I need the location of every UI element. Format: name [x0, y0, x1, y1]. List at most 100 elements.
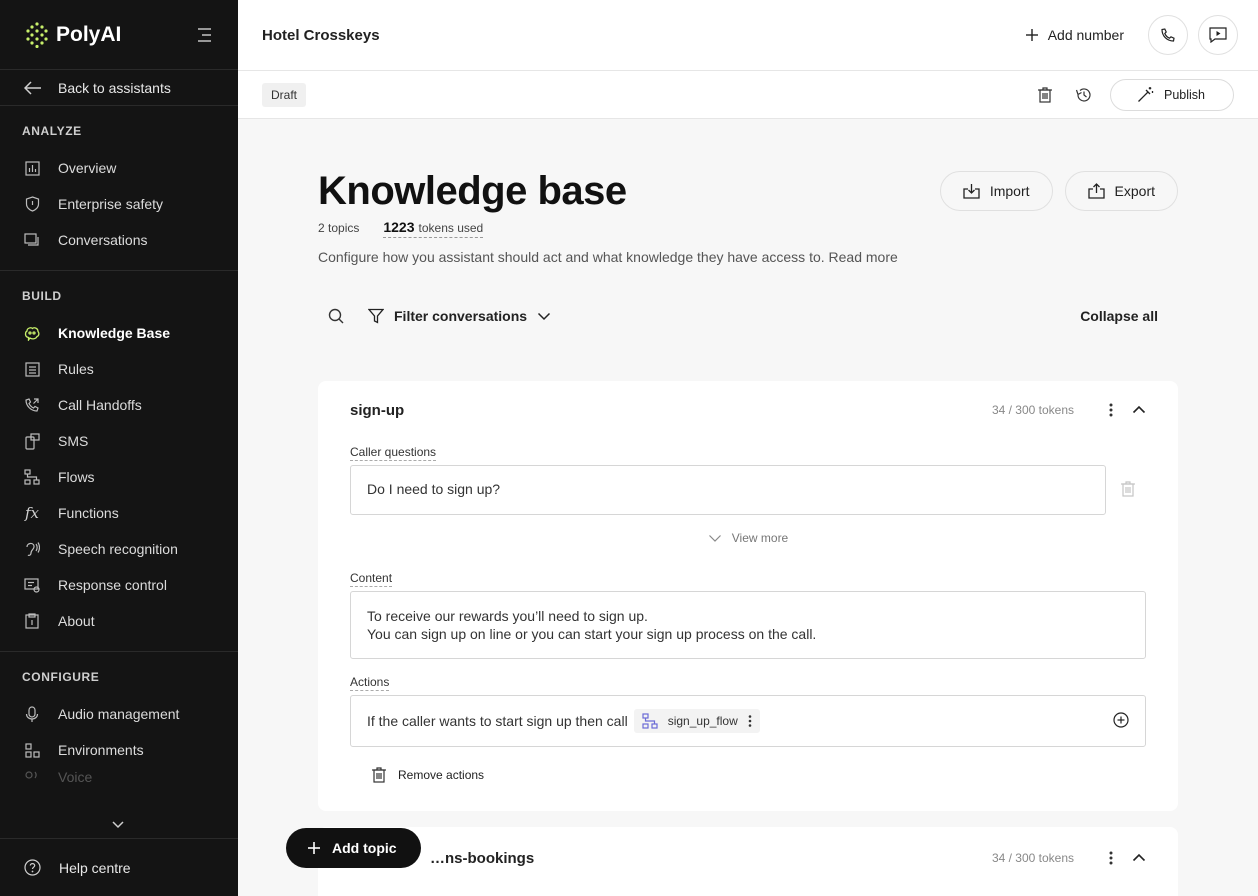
add-number-label: Add number — [1047, 27, 1124, 43]
publish-label: Publish — [1164, 87, 1205, 102]
topic-token-count: 34 / 300 tokens — [991, 403, 1074, 417]
chevron-up-icon[interactable] — [1132, 401, 1146, 419]
chevron-down-icon — [708, 534, 721, 542]
function-icon: fx — [24, 504, 39, 522]
history-button[interactable] — [1072, 84, 1094, 106]
add-action-icon[interactable] — [1113, 711, 1129, 731]
topic-token-count: 34 / 300 tokens — [991, 851, 1074, 865]
help-centre-link[interactable]: Help centre — [0, 838, 238, 896]
sidebar-item-label: Enterprise safety — [58, 196, 164, 212]
clipboard-icon — [24, 613, 40, 629]
history-icon — [1075, 87, 1091, 102]
search-button[interactable] — [318, 308, 354, 324]
page-title: Knowledge base — [318, 169, 627, 213]
sidebar-item-knowledge-base[interactable]: Knowledge Base — [0, 315, 238, 351]
magic-wand-icon — [1138, 87, 1154, 102]
sidebar-item-flows[interactable]: Flows — [0, 459, 238, 495]
shield-icon — [24, 196, 40, 212]
sidebar-item-label: Call Handoffs — [58, 397, 142, 413]
logo-row: PolyAI — [0, 0, 238, 70]
caller-question-input[interactable]: Do I need to sign up? — [350, 465, 1106, 515]
remove-actions-button[interactable]: Remove actions — [372, 767, 484, 783]
content-label: Content — [350, 571, 393, 587]
add-number-button[interactable]: Add number — [1012, 15, 1138, 55]
trash-icon — [1038, 86, 1052, 103]
sidebar-section-analyze: ANALYZE Overview Enterprise safety Conve… — [0, 106, 238, 271]
topic-name[interactable]: …ns-bookings — [430, 850, 534, 867]
action-flow-name: sign_up_flow — [667, 714, 738, 728]
sidebar-item-enterprise-safety[interactable]: Enterprise safety — [0, 186, 238, 222]
chat-play-icon — [1209, 27, 1227, 43]
sidebar-item-label: Functions — [58, 505, 119, 521]
import-button[interactable]: Import — [939, 171, 1053, 211]
polyai-logo[interactable]: PolyAI — [26, 21, 121, 48]
sidebar-item-response-control[interactable]: Response control — [0, 567, 238, 603]
sidebar-item-conversations[interactable]: Conversations — [0, 222, 238, 258]
sidebar-item-environments[interactable]: Environments — [0, 732, 238, 768]
add-topic-label: Add topic — [332, 840, 397, 856]
delete-question-icon[interactable] — [1121, 481, 1135, 502]
sidebar-item-label: About — [58, 613, 95, 629]
topic-card: …ns-bookings 34 / 300 tokens — [318, 827, 1178, 896]
view-more-button[interactable]: View more — [318, 531, 1178, 545]
export-button[interactable]: Export — [1064, 171, 1178, 211]
sidebar-item-sms[interactable]: SMS — [0, 423, 238, 459]
call-button[interactable] — [1148, 15, 1188, 55]
main-content: Knowledge base 2 topics 1223 tokens used … — [238, 119, 1258, 896]
filter-conversations-dropdown[interactable]: Filter conversations — [368, 308, 551, 324]
sub-bar-actions: Publish — [1034, 78, 1234, 111]
sidebar-item-overview[interactable]: Overview — [0, 150, 238, 186]
back-to-assistants-link[interactable]: Back to assistants — [0, 70, 238, 106]
filter-icon — [368, 308, 384, 324]
sidebar-item-label: Conversations — [58, 232, 148, 248]
collapse-all-button[interactable]: Collapse all — [1080, 308, 1158, 324]
sidebar-item-speech-recognition[interactable]: Speech recognition — [0, 531, 238, 567]
sidebar-item-label: Response control — [58, 577, 167, 593]
tokens-used: 1223 tokens used — [383, 219, 484, 238]
tokens-used-value: 1223 — [383, 219, 415, 235]
page-description: Configure how you assistant should act a… — [318, 249, 898, 265]
add-topic-button[interactable]: Add topic — [286, 828, 421, 868]
header-actions: Import Export — [939, 171, 1178, 211]
phone-forward-icon — [24, 397, 40, 413]
sidebar-item-label: Flows — [58, 469, 95, 485]
chart-icon — [24, 160, 40, 176]
import-label: Import — [989, 183, 1030, 199]
delete-button[interactable] — [1034, 84, 1056, 106]
actions-field[interactable]: If the caller wants to start sign up the… — [350, 695, 1146, 747]
chevron-up-icon[interactable] — [1132, 849, 1146, 867]
action-text: If the caller wants to start sign up the… — [367, 713, 628, 729]
menu-collapse-icon[interactable] — [196, 27, 212, 42]
sidebar-item-functions[interactable]: fx Functions — [0, 495, 238, 531]
sidebar-item-voice[interactable]: Voice — [0, 768, 238, 786]
trash-icon — [372, 767, 386, 783]
chat-test-button[interactable] — [1198, 15, 1238, 55]
chip-more-options-icon[interactable] — [748, 715, 752, 727]
plus-icon — [1025, 29, 1038, 41]
content-textarea[interactable]: To receive our rewards you’ll need to si… — [350, 591, 1146, 659]
brain-icon — [24, 325, 40, 341]
plus-icon — [308, 842, 320, 854]
sub-bar: Draft Publish — [238, 71, 1258, 119]
chevron-down-icon[interactable] — [111, 820, 125, 830]
action-flow-chip[interactable]: sign_up_flow — [633, 709, 760, 733]
sidebar-item-about[interactable]: About — [0, 603, 238, 639]
topic-card: sign-up 34 / 300 tokens Caller questions… — [318, 381, 1178, 811]
sidebar-section-build: BUILD Knowledge Base Rules Call Handoffs… — [0, 271, 238, 652]
sidebar-item-audio-management[interactable]: Audio management — [0, 696, 238, 732]
sidebar-item-rules[interactable]: Rules — [0, 351, 238, 387]
phone-icon — [1161, 28, 1175, 42]
publish-button[interactable]: Publish — [1110, 78, 1234, 111]
section-title-configure: CONFIGURE — [22, 670, 100, 684]
sidebar-item-call-handoffs[interactable]: Call Handoffs — [0, 387, 238, 423]
section-title-analyze: ANALYZE — [22, 124, 82, 138]
top-bar: Hotel Crosskeys Add number — [238, 0, 1258, 71]
topic-more-options-icon[interactable] — [1104, 851, 1118, 865]
sidebar-item-label: Audio management — [58, 706, 180, 722]
import-icon — [963, 184, 980, 199]
topic-name[interactable]: sign-up — [350, 402, 404, 419]
topic-more-options-icon[interactable] — [1104, 403, 1118, 417]
status-badge: Draft — [262, 82, 307, 107]
list-icon — [24, 361, 40, 377]
sidebar-item-label: Environments — [58, 742, 144, 758]
